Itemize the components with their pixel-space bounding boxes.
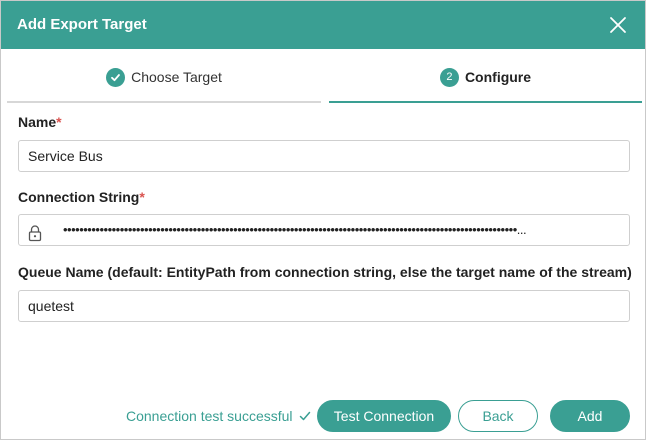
step-label: Choose Target <box>131 69 222 85</box>
connection-string-input[interactable]: ••••••••••••••••••••••••••••••••••••••••… <box>18 214 630 246</box>
name-input[interactable] <box>18 140 630 172</box>
dialog-titlebar: Add Export Target <box>1 1 645 49</box>
connection-status: Connection test successful <box>126 399 311 433</box>
name-label: Name* <box>18 114 62 130</box>
required-mark: * <box>56 114 62 130</box>
lock-icon <box>27 222 43 242</box>
add-export-target-dialog: Add Export Target Choose Target 2 Config… <box>0 0 646 440</box>
close-icon[interactable] <box>605 12 631 38</box>
name-label-text: Name <box>18 114 57 130</box>
check-icon <box>299 411 310 421</box>
masked-connection-string: ••••••••••••••••••••••••••••••••••••••••… <box>63 222 527 237</box>
connection-string-label-text: Connection String <box>18 189 140 205</box>
step-indicator-line <box>329 101 642 103</box>
wizard-steps: Choose Target 2 Configure <box>1 49 645 105</box>
queue-name-input[interactable] <box>18 290 630 322</box>
step-choose-target[interactable]: Choose Target <box>7 49 321 105</box>
queue-name-label: Queue Name (default: EntityPath from con… <box>18 264 632 280</box>
step-number-badge: 2 <box>439 67 459 87</box>
status-text: Connection test successful <box>126 408 293 424</box>
dialog-title: Add Export Target <box>17 16 147 33</box>
step-label: Configure <box>464 69 532 85</box>
connection-string-label: Connection String* <box>18 189 145 205</box>
add-button[interactable]: Add <box>550 400 630 432</box>
back-button[interactable]: Back <box>458 400 538 432</box>
check-icon <box>106 67 126 87</box>
required-mark: * <box>139 189 145 205</box>
test-connection-button[interactable]: Test Connection <box>317 400 451 432</box>
step-indicator-line <box>7 101 321 103</box>
step-configure[interactable]: 2 Configure <box>329 49 642 105</box>
